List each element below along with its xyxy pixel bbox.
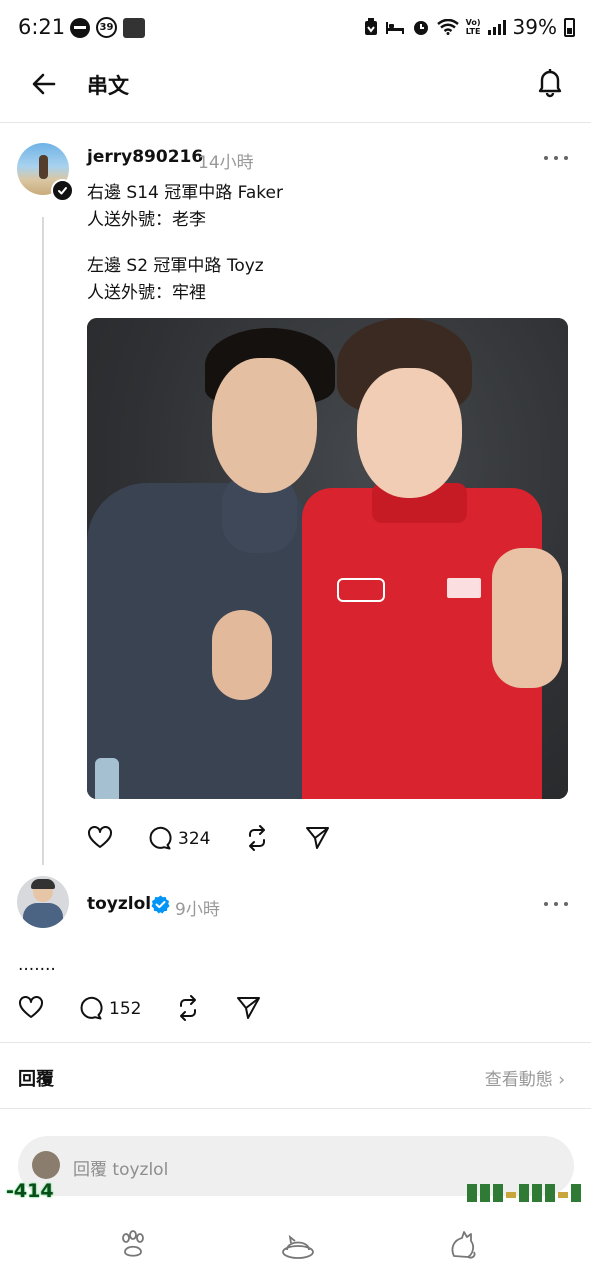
- comment-icon: [80, 996, 103, 1020]
- status-time: 6:21: [18, 15, 66, 39]
- notification-count-badge: 39: [96, 17, 117, 38]
- reply-count: 324: [178, 828, 211, 849]
- reply-comment-button[interactable]: 152: [78, 996, 141, 1021]
- share-icon: [306, 827, 329, 849]
- composer-avatar: [32, 1151, 60, 1179]
- repost-icon: [180, 995, 196, 1021]
- reply-text: .......: [18, 955, 56, 975]
- post-text-line: 人送外號：牢裡: [87, 283, 206, 303]
- overlay-counter: -414: [6, 1180, 54, 1202]
- post-time: 14小時: [198, 153, 254, 173]
- like-button[interactable]: [87, 826, 113, 850]
- back-arrow-icon[interactable]: [28, 68, 60, 100]
- page-title: 串文: [87, 74, 129, 98]
- reply-repost-button[interactable]: [175, 995, 201, 1021]
- reply-username[interactable]: toyzlol: [87, 894, 151, 914]
- bed-icon: [385, 22, 404, 34]
- reply-reply-count: 152: [109, 998, 142, 1019]
- battery-percent: 39%: [512, 15, 557, 39]
- do-not-disturb-icon: [70, 17, 90, 38]
- reply-share-button[interactable]: [236, 996, 261, 1020]
- bottom-navigation: [0, 1210, 591, 1280]
- download-icon: [364, 18, 377, 35]
- share-icon: [237, 997, 260, 1019]
- battery-icon: [564, 17, 575, 37]
- view-activity-link[interactable]: 查看動態 ›: [485, 1065, 565, 1090]
- comment-button[interactable]: 324: [147, 826, 210, 851]
- lte-label: LTE: [465, 27, 481, 36]
- lte-indicator: Vo) LTE: [466, 18, 481, 36]
- heart-icon: [88, 826, 112, 848]
- cat-icon[interactable]: [446, 1228, 480, 1262]
- reply-avatar[interactable]: [17, 876, 69, 928]
- status-left-icons: 39: [70, 17, 145, 38]
- reply-like-button[interactable]: [18, 996, 44, 1020]
- post-text-line: 右邊 S14 冠軍中路 Faker: [87, 183, 283, 203]
- status-right-icons: Vo) LTE 39%: [364, 15, 575, 39]
- repost-button[interactable]: [244, 825, 270, 851]
- paw-icon[interactable]: [116, 1228, 150, 1262]
- share-button[interactable]: [305, 826, 330, 850]
- heart-icon: [19, 996, 43, 1018]
- alarm-icon: [413, 21, 428, 35]
- repost-icon: [249, 825, 265, 851]
- wifi-icon: [436, 19, 459, 35]
- top-app-bar: 串文: [0, 58, 591, 123]
- post-username[interactable]: jerry890216: [87, 147, 203, 167]
- status-bar: 6:21 39 Vo) LTE 39%: [0, 0, 591, 58]
- more-icon[interactable]: [543, 154, 569, 162]
- post-text: 右邊 S14 冠軍中路 Faker 人送外號：老李 左邊 S2 冠軍中路 Toy…: [87, 180, 283, 307]
- replies-header: 回覆 查看動態 ›: [0, 1042, 591, 1109]
- volte-label: Vo): [465, 18, 481, 27]
- bell-icon[interactable]: [533, 65, 567, 99]
- comment-icon: [149, 826, 172, 850]
- reply-input-placeholder: 回覆 toyzlol: [73, 1160, 169, 1180]
- signal-strength-icon: [487, 19, 506, 35]
- follow-check-icon[interactable]: [51, 179, 74, 202]
- reply-time: 9小時: [175, 900, 220, 920]
- cat-bed-icon[interactable]: [281, 1228, 315, 1262]
- verified-badge-icon: [151, 895, 170, 914]
- post-text-line: 人送外號：老李: [87, 210, 206, 230]
- thread-line: [42, 217, 44, 865]
- app-notification-icon: [123, 17, 145, 38]
- post-text-line: 左邊 S2 冠軍中路 Toyz: [87, 256, 264, 276]
- reply-more-icon[interactable]: [543, 900, 569, 908]
- post-photo[interactable]: [87, 318, 568, 799]
- replies-label: 回覆: [18, 1069, 54, 1090]
- overlay-level-bars: [467, 1184, 581, 1202]
